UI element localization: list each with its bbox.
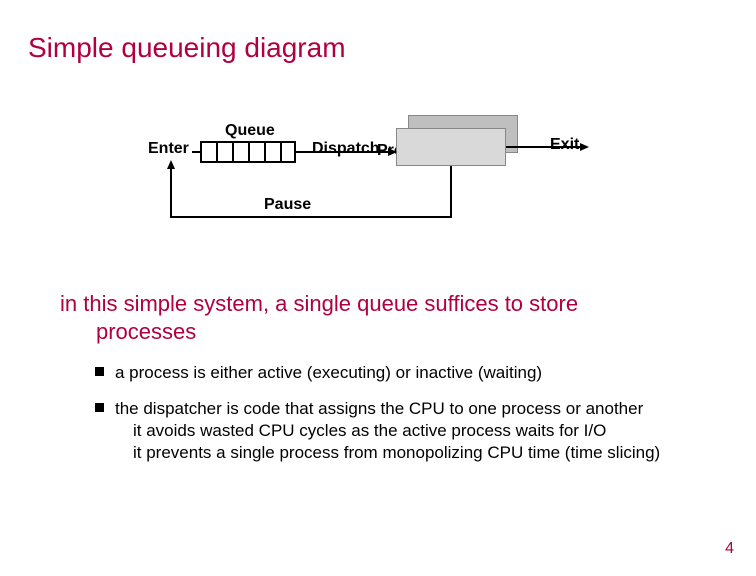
label-queue: Queue: [225, 122, 275, 140]
body-line-1: in this simple system, a single queue su…: [60, 291, 578, 316]
line-queue-to-processor: [296, 151, 390, 153]
line-enter-to-queue: [192, 151, 200, 153]
line-feedback-up: [170, 168, 172, 218]
page-number: 4: [725, 540, 734, 558]
bullet-2-sub2: it prevents a single process from monopo…: [115, 442, 705, 464]
label-processor: Processor: [377, 142, 455, 160]
line-feedback-across: [170, 216, 452, 218]
arrow-feedback: [167, 160, 175, 169]
slide-title: Simple queueing diagram: [28, 32, 346, 64]
label-pause: Pause: [264, 196, 311, 214]
line-feedback-down: [450, 166, 452, 218]
bullet-list: a process is either active (executing) o…: [95, 362, 705, 478]
body-paragraph: in this simple system, a single queue su…: [60, 290, 700, 345]
bullet-1: a process is either active (executing) o…: [95, 362, 705, 384]
line-processor-to-exit: [506, 146, 582, 148]
bullet-2-sub1: it avoids wasted CPU cycles as the activ…: [115, 420, 705, 442]
body-line-2: processes: [60, 318, 196, 346]
queue-box: [200, 141, 296, 163]
bullet-1-text: a process is either active (executing) o…: [115, 363, 542, 382]
processor-box-front: [396, 128, 506, 166]
arrow-exit: [580, 143, 589, 151]
bullet-2-text: the dispatcher is code that assigns the …: [115, 399, 643, 418]
label-dispatch: Dispatch: [312, 140, 380, 158]
bullet-2: the dispatcher is code that assigns the …: [95, 398, 705, 464]
processor-box-back: [408, 115, 518, 153]
queueing-diagram: Enter Queue Dispatch Processor Exit Paus…: [0, 0, 756, 576]
arrow-dispatch: [388, 148, 397, 156]
label-enter: Enter: [148, 140, 189, 158]
label-exit: Exit: [550, 136, 579, 154]
